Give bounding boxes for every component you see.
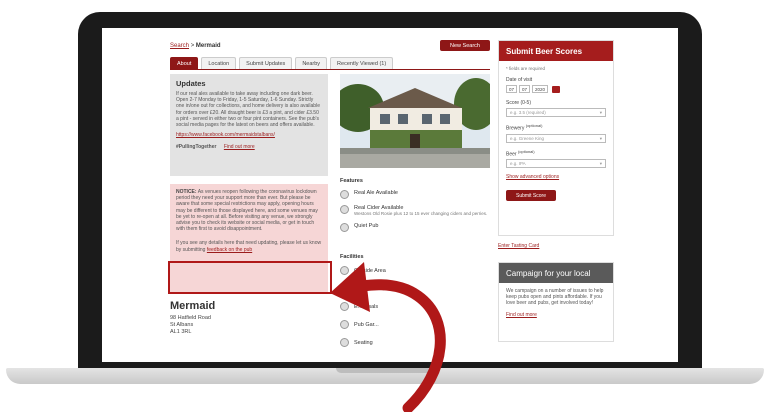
facility-item: ...ssh, washes, shift & (340, 284, 490, 293)
required-note: * fields are required (506, 66, 546, 71)
brewery-label-text: Brewery (506, 125, 525, 132)
score-label: Score (0-5) (506, 100, 532, 106)
breadcrumb-current: Mermaid (195, 43, 221, 49)
campaign-title: Campaign for your local (499, 263, 613, 283)
brewery-select[interactable]: e.g. Greene King ▾ (506, 133, 606, 143)
stage: Search > Mermaid New Search About Locati… (0, 0, 770, 412)
updates-title: Updates (176, 79, 206, 88)
tab-nearby[interactable]: Nearby (295, 57, 328, 69)
tab-bar: About Location Submit Updates Nearby Rec… (170, 57, 394, 69)
find-out-more-link[interactable]: Find out more (224, 144, 255, 150)
facility-label: Pub Gar... (354, 321, 379, 328)
tab-recently-viewed[interactable]: Recently Viewed (1) (330, 57, 394, 69)
submit-scores-form: * fields are required Date of visit 07 0… (499, 61, 613, 206)
year-field[interactable]: 2020 (532, 85, 549, 93)
pub-address: 98 Hatfield Road St Albans AL1 3RL (170, 315, 211, 336)
features-title: Features (340, 178, 363, 184)
submit-score-button[interactable]: Submit Score (506, 190, 556, 202)
chevron-down-icon: ▾ (599, 161, 602, 167)
campaign-link[interactable]: Find out more (506, 312, 606, 318)
garden-icon (340, 320, 349, 329)
calendar-icon[interactable] (552, 85, 561, 93)
feature-label: Quiet Pub (354, 222, 379, 229)
notice-lead: NOTICE: (176, 189, 197, 195)
facility-item: Outside Area (340, 266, 490, 275)
tab-underline (170, 69, 490, 70)
pub-photo (340, 74, 490, 168)
tab-location[interactable]: Location (201, 57, 237, 69)
laptop-base (6, 368, 764, 384)
hashtag: #PullingTogether (176, 144, 217, 151)
facility-note: ...ssh, washes, shift & (354, 286, 398, 291)
facility-item: E... ...sals (340, 302, 490, 311)
tasting-card-link[interactable]: Enter Tasting Card (498, 243, 539, 249)
submit-scores-title: Submit Beer Scores (499, 41, 613, 61)
updates-body: If our real ales available to take away … (176, 91, 320, 129)
tab-about[interactable]: About (170, 57, 199, 69)
breadcrumb-search-link[interactable]: Search (170, 43, 189, 49)
address-line: 98 Hatfield Road (170, 315, 211, 321)
address-line: AL1 3RL (170, 329, 192, 335)
score-select[interactable]: e.g. 3.5 (required) ▾ (506, 108, 606, 117)
facebook-link[interactable]: https://www.facebook.com/mermaidstalbans… (176, 132, 322, 138)
feature-note: Westons Old Rosie plus 12 to 15 ever cha… (354, 211, 488, 216)
laptop-screen: Search > Mermaid New Search About Locati… (102, 28, 678, 362)
brewery-placeholder: e.g. Greene King (510, 135, 545, 141)
facility-icon (340, 302, 349, 311)
breadcrumb-separator: > (190, 43, 195, 49)
pump-icon (340, 190, 349, 199)
facility-label: Seating (354, 339, 373, 346)
facility-item: Seating (340, 338, 490, 347)
facility-item: Pub Gar... (340, 320, 490, 329)
date-label: Date of visit (506, 77, 533, 83)
new-search-button[interactable]: New Search (440, 40, 490, 51)
beer-optional: (optional) (517, 148, 535, 154)
advanced-options-link[interactable]: Show advanced options (506, 174, 606, 180)
notice-text: NOTICE: As venues reopen following the c… (176, 189, 322, 232)
features-section: Features Real Ale Available Real Cider A… (340, 178, 490, 238)
month-field[interactable]: 07 (519, 85, 531, 93)
feature-item: Real Ale Available (340, 190, 490, 199)
quiet-icon (340, 222, 349, 232)
facility-label: Outside Area (354, 267, 386, 274)
apple-icon (340, 205, 349, 214)
facilities-title: Facilities (340, 254, 364, 260)
day-field[interactable]: 07 (506, 85, 518, 93)
notice-body: As venues reopen following the coronavir… (176, 189, 318, 233)
report-text: If you see any details here that need up… (176, 240, 322, 252)
beer-label-text: Beer (506, 151, 517, 158)
seating-icon (340, 338, 349, 347)
chevron-down-icon: ▾ (599, 110, 602, 115)
score-placeholder: e.g. 3.5 (required) (510, 110, 546, 115)
feedback-link[interactable]: feedback on the pub (207, 247, 252, 253)
updates-panel: Updates If our real ales available to ta… (170, 74, 328, 176)
feature-label: Real Ale Available (354, 190, 398, 196)
beer-placeholder: e.g. IPA (510, 161, 526, 167)
brewery-label: Brewery (optional) (506, 123, 606, 132)
pub-page: Search > Mermaid New Search About Locati… (162, 36, 618, 362)
campaign-panel: Campaign for your local We campaign on a… (498, 262, 614, 342)
highlight-box (168, 261, 332, 294)
outside-area-icon (340, 266, 349, 275)
submit-scores-panel: Submit Beer Scores * fields are required… (498, 40, 614, 236)
pub-name: Mermaid (170, 300, 216, 312)
beer-label: Beer (optional) (506, 149, 606, 158)
feature-item: Quiet Pub (340, 222, 490, 232)
brewery-optional: (optional) (525, 123, 543, 128)
address-line: St Albans (170, 322, 194, 328)
chevron-down-icon: ▾ (599, 135, 602, 141)
hashtag-row: #PullingTogether Find out more (176, 144, 322, 150)
feature-item: Real Cider Available Westons Old Rosie p… (340, 205, 490, 217)
campaign-body: We campaign on a number of issues to hel… (499, 283, 613, 323)
facility-icon (340, 284, 349, 293)
date-fields: 07 07 2020 (506, 85, 606, 93)
breadcrumb: Search > Mermaid (170, 43, 221, 49)
tab-submit-updates[interactable]: Submit Updates (239, 57, 293, 69)
beer-select[interactable]: e.g. IPA ▾ (506, 159, 606, 169)
campaign-text: We campaign on a number of issues to hel… (506, 288, 604, 307)
facilities-section: Facilities Outside Area ...ssh, washes, … (340, 254, 490, 356)
facility-label: E... ...sals (354, 303, 379, 310)
